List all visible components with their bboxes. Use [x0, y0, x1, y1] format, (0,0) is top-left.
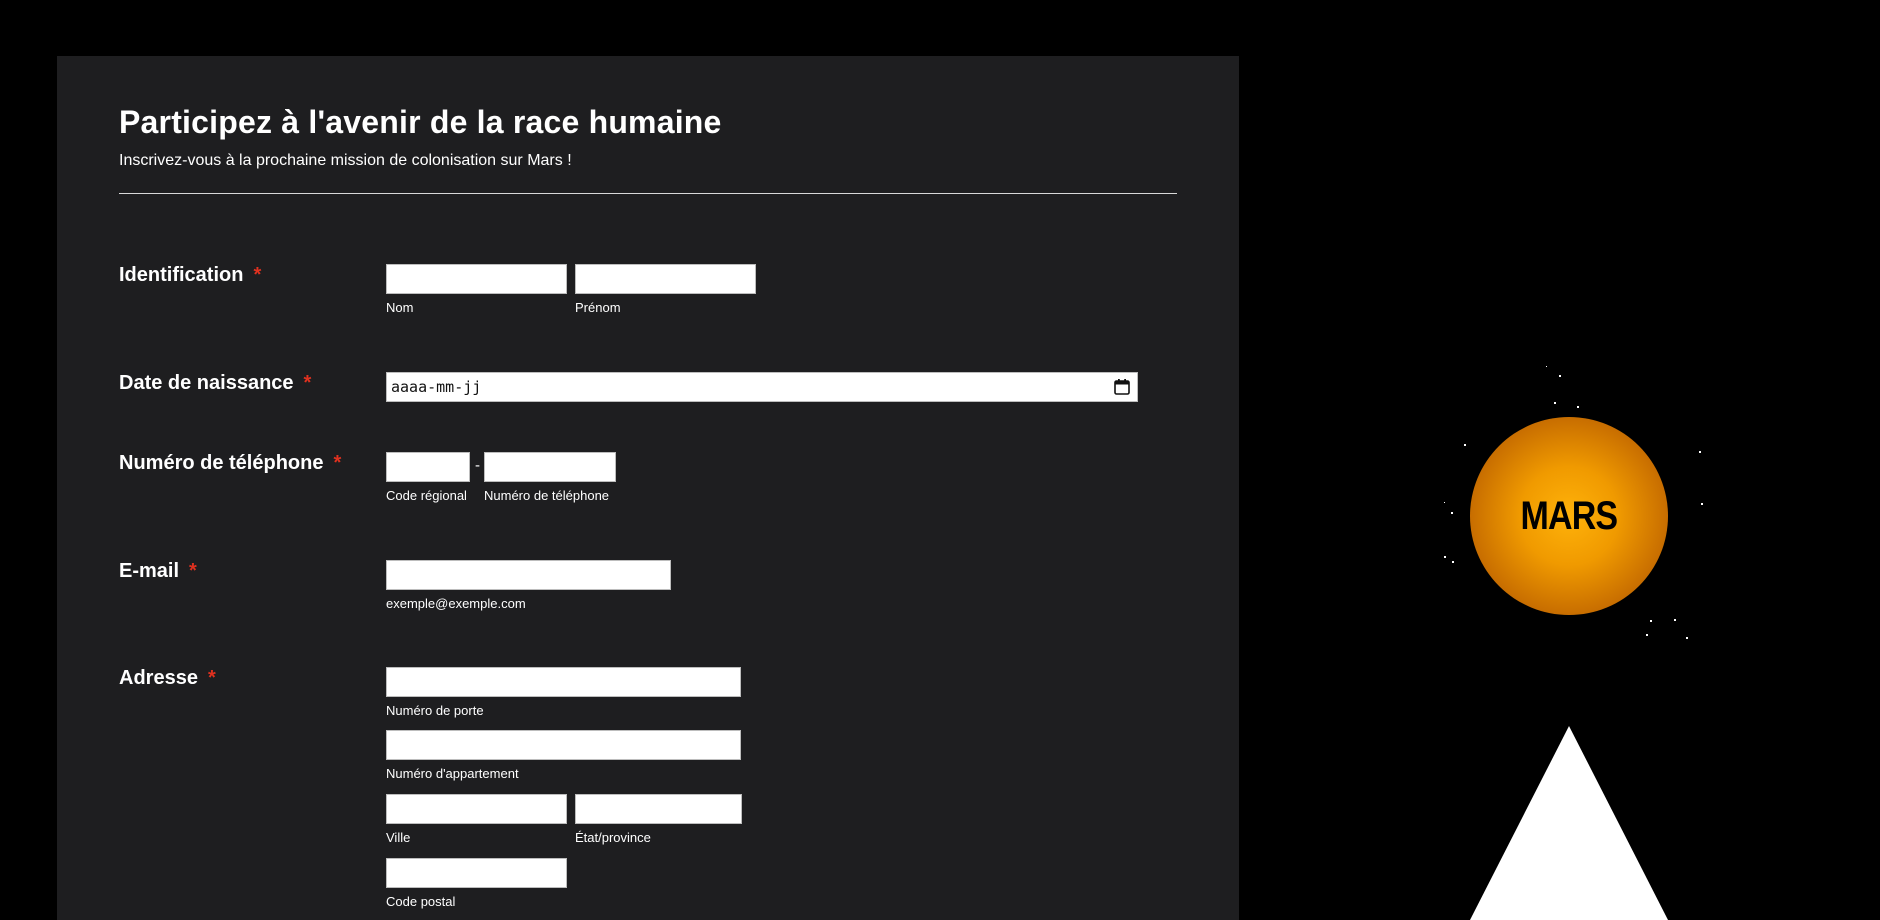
- star: [1546, 366, 1547, 367]
- rocket-icon: [1470, 726, 1668, 920]
- identification-label-text: Identification: [119, 264, 244, 286]
- birthdate-label: Date de naissance *: [119, 372, 311, 395]
- star: [1559, 375, 1561, 377]
- postal-code-input[interactable]: [386, 858, 567, 888]
- star: [1464, 444, 1466, 446]
- birthdate-label-text: Date de naissance: [119, 372, 294, 394]
- email-label-text: E-mail: [119, 560, 180, 582]
- state-input[interactable]: [575, 794, 742, 824]
- header-divider: [119, 193, 1177, 194]
- star: [1674, 619, 1676, 621]
- star: [1444, 502, 1445, 503]
- area-code-input[interactable]: [386, 452, 470, 482]
- phone-number-input[interactable]: [484, 452, 616, 482]
- star: [1452, 561, 1454, 563]
- phone-label: Numéro de téléphone *: [119, 452, 341, 475]
- page-title: Participez à l'avenir de la race humaine: [119, 104, 722, 140]
- planet-label: MARS: [1520, 493, 1619, 538]
- page: Participez à l'avenir de la race humaine…: [0, 0, 1880, 920]
- state-sublabel: État/province: [575, 830, 651, 845]
- star: [1577, 406, 1579, 408]
- city-sublabel: Ville: [386, 830, 411, 845]
- star: [1686, 637, 1688, 639]
- star: [1451, 512, 1453, 514]
- area-code-sublabel: Code régional: [386, 488, 467, 503]
- mars-planet: MARS: [1470, 417, 1668, 615]
- required-mark: *: [207, 667, 216, 689]
- signup-form-card: Participez à l'avenir de la race humaine…: [57, 56, 1239, 920]
- prenom-sublabel: Prénom: [575, 300, 621, 315]
- prenom-input[interactable]: [575, 264, 756, 294]
- star: [1699, 451, 1701, 453]
- star: [1646, 634, 1648, 636]
- street-number-input[interactable]: [386, 667, 741, 697]
- phone-label-text: Numéro de téléphone: [119, 452, 324, 474]
- star: [1650, 620, 1652, 622]
- phone-number-sublabel: Numéro de téléphone: [484, 488, 610, 503]
- apartment-sublabel: Numéro d'appartement: [386, 766, 519, 781]
- required-mark: *: [333, 452, 342, 474]
- apartment-input[interactable]: [386, 730, 741, 760]
- email-hint: exemple@exemple.com: [386, 596, 526, 611]
- identification-label: Identification *: [119, 264, 261, 287]
- star: [1444, 556, 1446, 558]
- calendar-icon[interactable]: [1113, 378, 1131, 396]
- nom-sublabel: Nom: [386, 300, 414, 315]
- city-input[interactable]: [386, 794, 567, 824]
- address-label-text: Adresse: [119, 667, 198, 689]
- page-subtitle: Inscrivez-vous à la prochaine mission de…: [119, 152, 572, 169]
- email-label: E-mail *: [119, 560, 197, 583]
- required-mark: *: [189, 560, 197, 582]
- nom-input[interactable]: [386, 264, 567, 294]
- phone-separator: -: [475, 457, 480, 474]
- address-label: Adresse *: [119, 667, 216, 690]
- birthdate-placeholder: aaaa-mm-jj: [391, 378, 482, 396]
- email-input[interactable]: [386, 560, 671, 590]
- star: [1701, 503, 1703, 505]
- birthdate-input[interactable]: aaaa-mm-jj: [386, 372, 1138, 402]
- required-mark: *: [253, 264, 262, 286]
- street-number-sublabel: Numéro de porte: [386, 703, 484, 718]
- star: [1554, 402, 1556, 404]
- required-mark: *: [303, 372, 312, 394]
- postal-code-sublabel: Code postal: [386, 894, 456, 909]
